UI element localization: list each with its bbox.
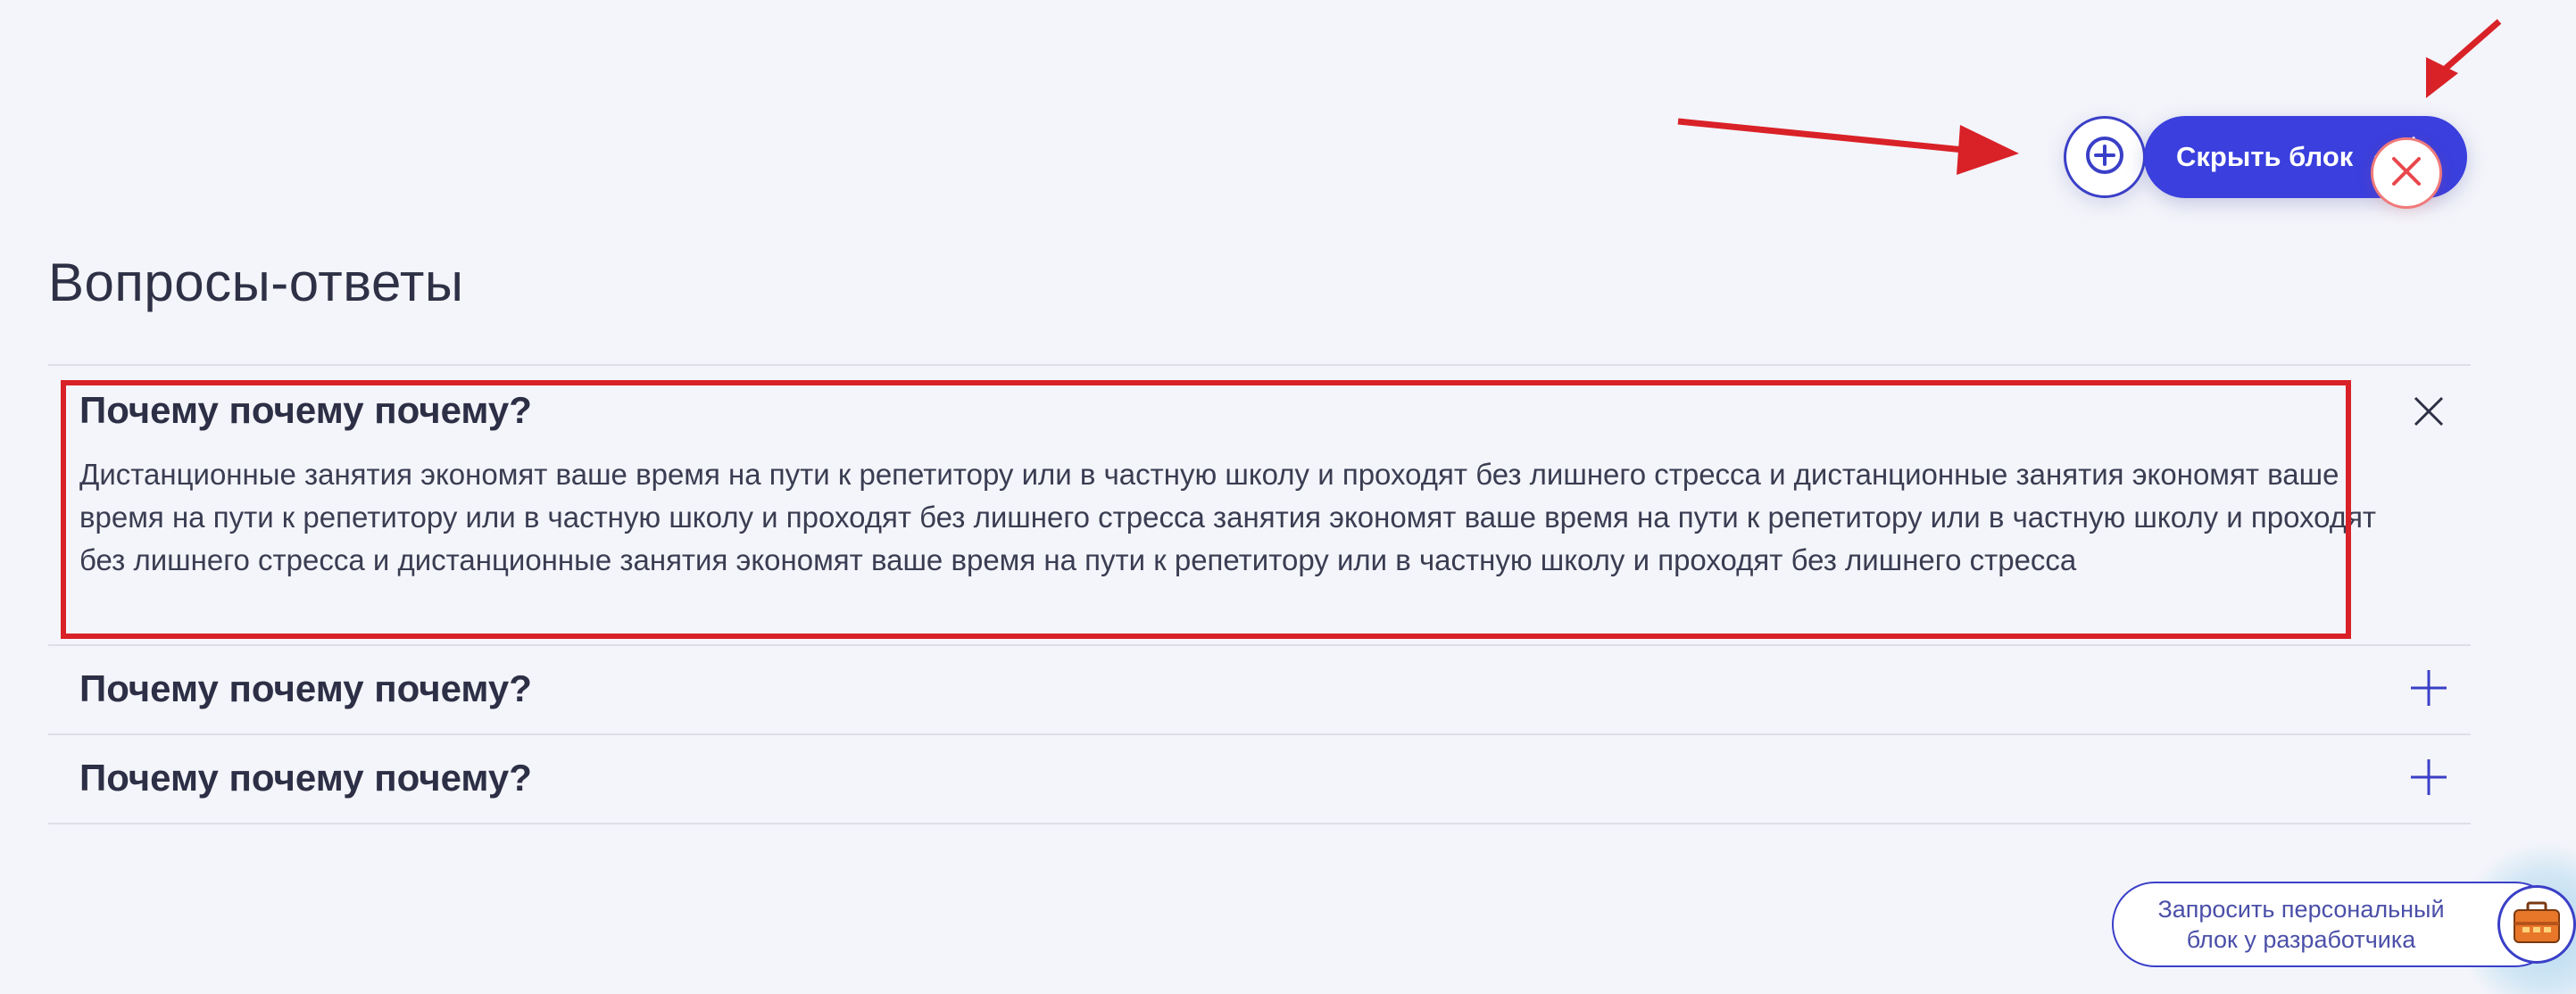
plus-icon (2409, 668, 2448, 712)
add-block-button[interactable] (2064, 116, 2146, 198)
expand-toggle[interactable] (2408, 758, 2449, 799)
delete-item-button[interactable] (2371, 137, 2442, 209)
faq-list: Почему почему почему? Дистанционные заня… (48, 364, 2471, 824)
collapse-toggle[interactable] (2408, 393, 2449, 434)
annotation-arrow-left (1677, 118, 2019, 175)
section-title: Вопросы-ответы (48, 253, 464, 312)
plus-circle-icon (2083, 134, 2126, 181)
delete-circle-icon (2387, 152, 2426, 195)
faq-question[interactable]: Почему почему почему? (79, 389, 532, 432)
developer-toolbox-icon (2512, 900, 2562, 949)
annotation-arrow-right (2426, 19, 2502, 98)
faq-item-1: Почему почему почему? Дистанционные заня… (48, 366, 2471, 644)
request-personal-block-button[interactable]: Запросить персональный блок у разработчи… (2112, 882, 2558, 967)
plus-icon (2409, 758, 2448, 801)
hide-block-label: Скрыть блок (2176, 141, 2354, 172)
request-developer-widget: Запросить персональный блок у разработчи… (2112, 841, 2576, 994)
faq-answer: Дистанционные занятия экономят ваше врем… (79, 458, 2377, 576)
developer-avatar[interactable] (2497, 885, 2576, 964)
expand-toggle[interactable] (2408, 669, 2449, 710)
faq-divider (48, 823, 2471, 824)
request-label-line-2: блок у разработчика (2186, 926, 2416, 953)
close-icon (2412, 394, 2446, 433)
request-label-line-1: Запросить персональный (2157, 896, 2445, 923)
faq-item-3: Почему почему почему? (48, 735, 2471, 823)
faq-item-2: Почему почему почему? (48, 646, 2471, 733)
faq-question[interactable]: Почему почему почему? (79, 667, 532, 710)
faq-question[interactable]: Почему почему почему? (79, 757, 532, 799)
